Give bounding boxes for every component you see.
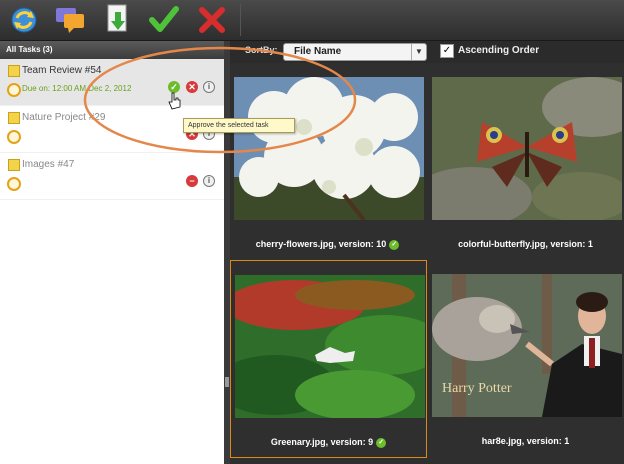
chevron-down-icon: ▼ (411, 44, 426, 60)
sort-bar: SortBy: File Name ▼ ✓ Ascending Order (230, 41, 624, 63)
approve-check-icon[interactable] (146, 2, 182, 38)
reject-task-button[interactable]: − (186, 175, 198, 187)
task-info-button[interactable]: i (203, 175, 215, 187)
download-icon[interactable] (100, 2, 136, 38)
task-info-button[interactable]: i (203, 81, 215, 93)
sort-by-label: SortBy: (245, 45, 278, 55)
reject-x-icon[interactable] (194, 2, 230, 38)
greenary-thumbnail[interactable] (235, 275, 425, 418)
note-icon (8, 112, 20, 124)
task-title: Images #47 (22, 159, 75, 170)
reject-task-button[interactable]: ✕ (186, 81, 198, 93)
approved-check-icon: ✓ (389, 239, 400, 250)
harry-potter-logo: Harry Potter (442, 381, 512, 396)
approved-check-icon: ✓ (376, 437, 387, 448)
file-caption: colorful-butterfly.jpg, version: 1 (458, 239, 593, 249)
hand-cursor-icon (168, 92, 182, 110)
splitter-grip-icon[interactable] (225, 377, 229, 387)
ascending-order-checkbox[interactable]: ✓ (440, 44, 454, 58)
file-tile[interactable]: cherry-flowers.jpg, version: 10 ✓ (230, 63, 425, 259)
har8e-thumbnail[interactable]: Harry Potter (432, 274, 622, 417)
task-due-date: Due on: 12:00 AM Dec 2, 2012 (22, 84, 132, 93)
file-tile-selected[interactable]: Greenary.jpg, version: 9 ✓ (230, 260, 427, 458)
clock-icon (7, 83, 21, 97)
file-caption: Greenary.jpg, version: 9 ✓ (231, 437, 426, 448)
toolbar (0, 0, 624, 41)
comments-icon[interactable] (52, 2, 88, 38)
note-icon (8, 65, 20, 77)
file-name-version: cherry-flowers.jpg, version: 10 (255, 239, 387, 249)
ascending-order-label: Ascending Order (458, 45, 540, 56)
sort-by-value: File Name (294, 46, 342, 57)
clock-icon (7, 130, 21, 144)
clock-icon (7, 177, 21, 191)
cherry-flowers-thumbnail[interactable] (234, 77, 424, 220)
file-name-version: Greenary.jpg, version: 9 (270, 437, 374, 447)
refresh-icon[interactable] (6, 2, 42, 38)
colorful-butterfly-thumbnail[interactable] (432, 77, 622, 220)
task-item[interactable]: Images #47 − i (0, 153, 224, 200)
file-caption: har8e.jpg, version: 1 (481, 436, 570, 446)
note-icon (8, 159, 20, 171)
file-tile[interactable]: colorful-butterfly.jpg, version: 1 (428, 63, 623, 259)
task-title: Team Review #54 (22, 65, 102, 76)
approve-tooltip: Approve the selected task (183, 118, 295, 133)
toolbar-separator (240, 4, 241, 36)
file-caption: cherry-flowers.jpg, version: 10 ✓ (230, 239, 425, 250)
task-panel-header: All Tasks (3) (0, 41, 224, 59)
task-item[interactable]: Team Review #54 Due on: 12:00 AM Dec 2, … (0, 59, 224, 106)
sort-by-select[interactable]: File Name ▼ (283, 43, 427, 61)
task-title: Nature Project #29 (22, 112, 106, 123)
task-panel: All Tasks (3) Team Review #54 Due on: 12… (0, 41, 224, 464)
file-tile[interactable]: Harry Potter har8e.jpg, version: 1 (428, 260, 623, 456)
